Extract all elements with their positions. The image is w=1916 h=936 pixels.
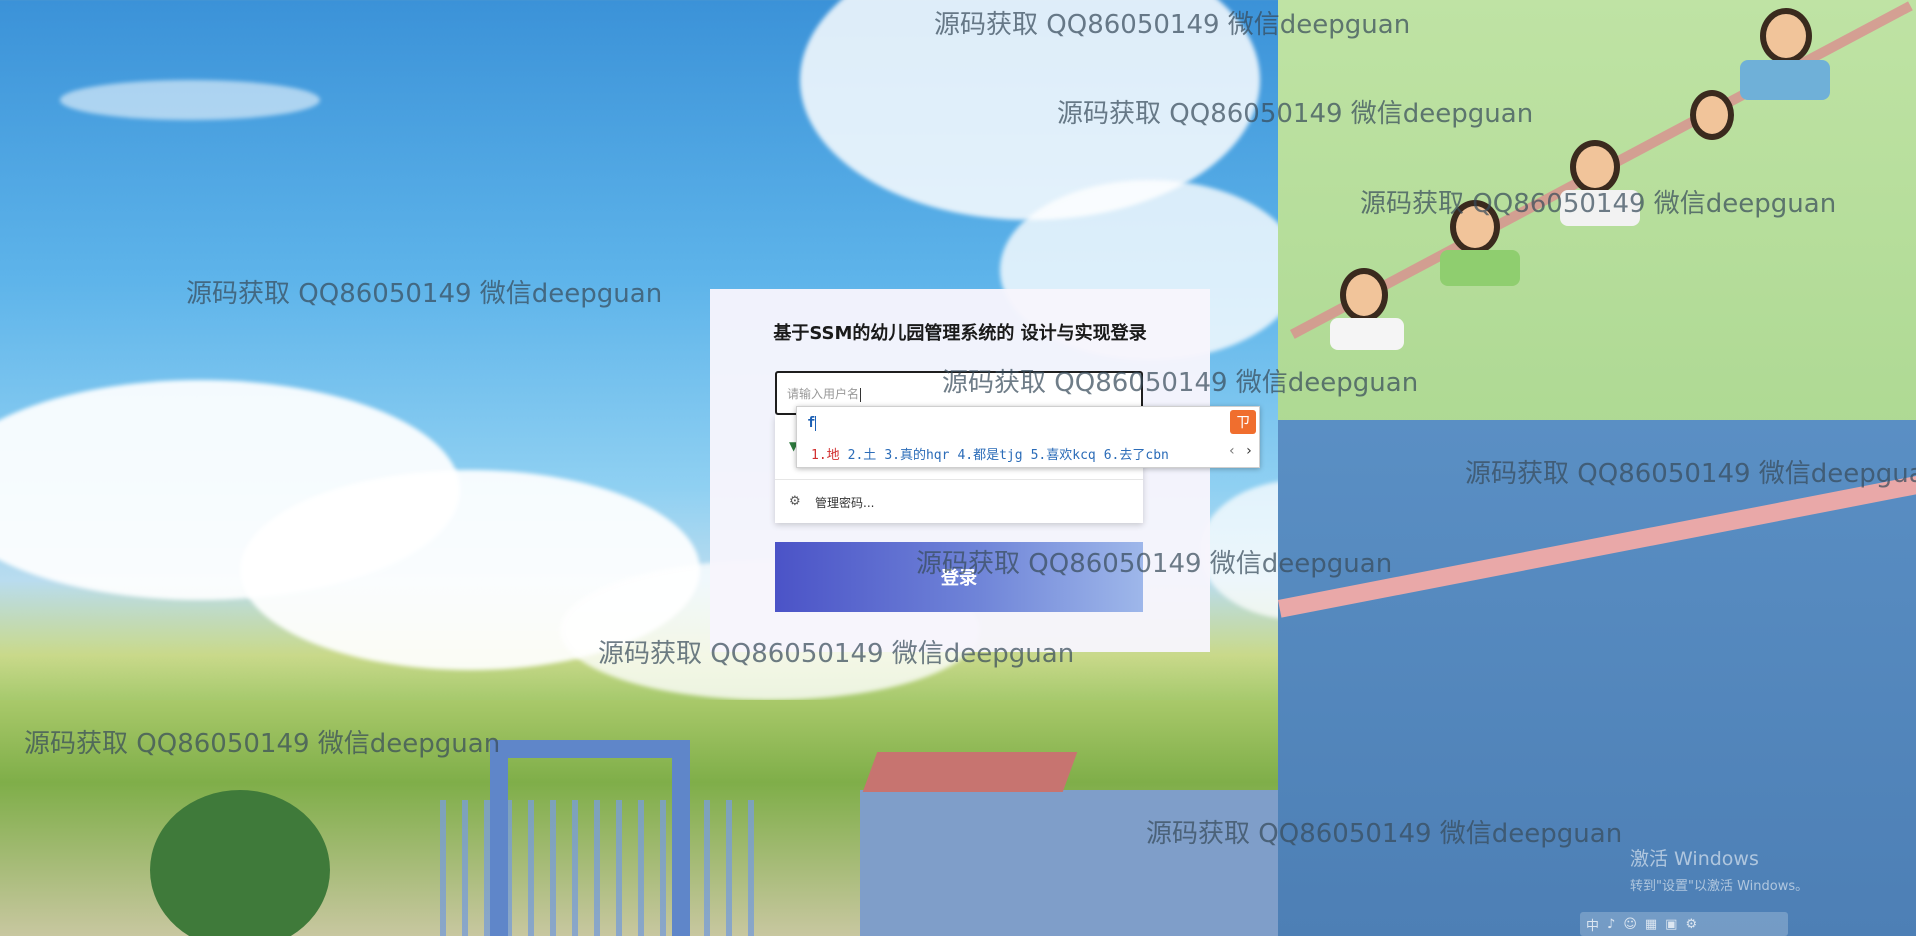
login-card: 基于SSM的幼儿园管理系统的 设计与实现登录 请输入用户名 ▼ ⚙ 管理密码..…	[710, 289, 1210, 652]
ime-candidate-window: f ㄗ 1.地 2.土 3.真的hqr 4.都是tjg 5.喜欢kcq 6.去了cbn ‹…	[796, 406, 1260, 468]
text-cursor-icon	[860, 387, 862, 402]
ime-settings-icon[interactable]: ⚙	[1685, 917, 1697, 932]
ime-candidate[interactable]: 2.土	[848, 448, 877, 463]
child-shirt	[1740, 60, 1830, 100]
tree	[150, 790, 330, 936]
manage-passwords-item[interactable]: ⚙ 管理密码...	[775, 483, 1143, 521]
house	[860, 790, 1280, 936]
school-gate	[490, 740, 690, 936]
windows-activation-notice: 激活 Windows 转到"设置"以激活 Windows。	[1630, 844, 1808, 894]
ime-prev-page-icon[interactable]: ‹	[1228, 443, 1236, 459]
ime-toolbox-icon[interactable]: ▣	[1665, 917, 1677, 932]
child-shirt	[1440, 250, 1520, 286]
ime-next-page-icon[interactable]: ›	[1245, 443, 1253, 459]
activation-subtitle: 转到"设置"以激活 Windows。	[1630, 879, 1809, 894]
child-figure	[1760, 8, 1812, 64]
ime-logo-icon: ㄗ	[1230, 410, 1256, 434]
ime-toolbar: 中 ♪ ☺ ▦ ▣ ⚙	[1580, 912, 1788, 936]
manage-passwords-label: 管理密码...	[815, 495, 875, 510]
ime-candidate-list: 1.地 2.土 3.真的hqr 4.都是tjg 5.喜欢kcq 6.去了cbn	[811, 444, 1177, 463]
ime-keyboard-icon[interactable]: ▦	[1645, 917, 1657, 932]
login-button[interactable]: 登录	[775, 542, 1143, 612]
activation-title: 激活 Windows	[1630, 848, 1759, 870]
ime-candidate[interactable]: 3.真的hqr	[884, 448, 949, 463]
username-placeholder: 请输入用户名	[787, 387, 860, 401]
child-figure	[1690, 90, 1734, 140]
ime-emoji-icon[interactable]: ☺	[1623, 917, 1637, 932]
ime-pager: ‹ ›	[1228, 443, 1253, 459]
ime-cursor-icon	[815, 415, 817, 431]
gear-icon: ⚙	[789, 494, 801, 509]
child-figure	[1570, 140, 1620, 194]
ime-punctuation-icon[interactable]: ♪	[1607, 917, 1615, 932]
ime-candidate[interactable]: 6.去了cbn	[1104, 448, 1169, 463]
ime-candidate[interactable]: 5.喜欢kcq	[1031, 448, 1096, 463]
ime-mode-icon[interactable]: 中	[1586, 915, 1599, 934]
house-roof	[862, 752, 1078, 792]
ime-candidate[interactable]: 4.都是tjg	[957, 448, 1022, 463]
login-title: 基于SSM的幼儿园管理系统的 设计与实现登录	[773, 323, 1147, 344]
cloud	[60, 80, 320, 120]
child-figure	[1340, 268, 1388, 322]
child-figure	[1450, 200, 1500, 254]
ime-input-text: f	[807, 415, 816, 431]
child-shirt	[1330, 318, 1404, 350]
child-shirt	[1560, 190, 1640, 226]
ime-candidate[interactable]: 1.地	[811, 448, 840, 463]
ime-composition: f	[807, 415, 817, 431]
